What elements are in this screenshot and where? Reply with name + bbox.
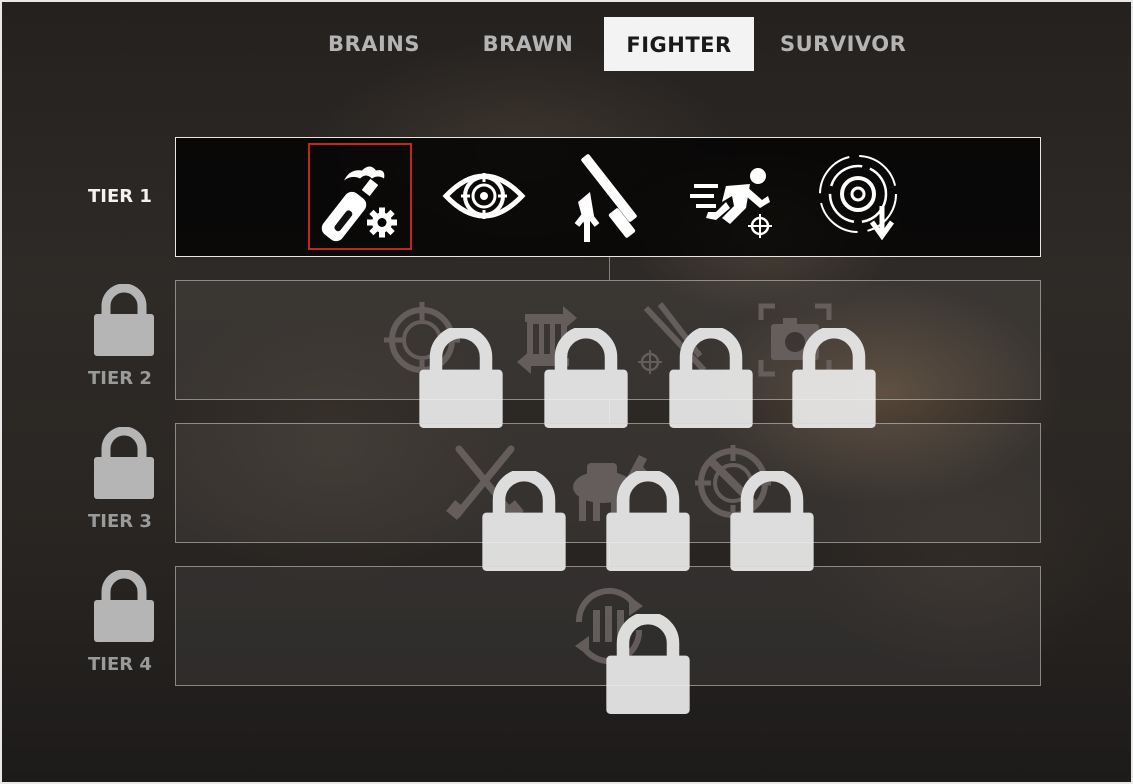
tier-1-label: TIER 1	[88, 186, 152, 207]
skill-rifle-upgrade[interactable]	[560, 146, 660, 246]
sprint-aim-icon	[690, 168, 772, 238]
skill-molotov-crafting[interactable]	[308, 143, 412, 250]
tab-brawn[interactable]: BRAWN	[476, 18, 580, 70]
lock-icon	[544, 328, 628, 428]
skill-tree-screen: BRAINS BRAWN FIGHTER SURVIVOR TIER 1 TIE…	[0, 0, 1133, 784]
tier-3-lock-icon	[94, 427, 154, 499]
skill-sprint-aim[interactable]	[686, 146, 786, 246]
skill-crossed-target[interactable]	[683, 433, 814, 571]
tier-2-lock-icon	[94, 284, 154, 356]
skill-crossed-rifles[interactable]	[435, 433, 566, 571]
tier-4-lock-icon	[94, 570, 154, 642]
tab-brains[interactable]: BRAINS	[320, 18, 428, 70]
skill-camera-focus[interactable]	[745, 290, 876, 428]
skill-ammo-cycle[interactable]	[559, 576, 690, 714]
tab-survivor[interactable]: SURVIVOR	[780, 18, 906, 70]
lock-icon	[792, 328, 876, 428]
skill-target-recoil-down[interactable]	[808, 146, 908, 246]
target-recoil-down-icon	[819, 155, 897, 241]
skill-eye-target[interactable]	[434, 146, 534, 246]
tier-connector	[609, 257, 610, 280]
skill-crosshair[interactable]	[372, 290, 503, 428]
skill-arrows-target[interactable]	[622, 290, 753, 428]
skill-pack-mule[interactable]	[559, 433, 690, 571]
rifle-upgrade-icon	[574, 154, 637, 242]
skill-ammo-reload[interactable]	[497, 290, 628, 428]
tier-3-label: TIER 3	[88, 511, 152, 532]
lock-icon	[419, 328, 503, 428]
tier-2-label: TIER 2	[88, 368, 152, 389]
tier-4-label: TIER 4	[88, 654, 152, 675]
lock-icon	[730, 471, 814, 571]
tab-fighter[interactable]: FIGHTER	[604, 17, 754, 71]
lock-icon	[606, 614, 690, 714]
eye-target-icon	[442, 173, 526, 219]
molotov-crafting-icon	[321, 166, 397, 242]
